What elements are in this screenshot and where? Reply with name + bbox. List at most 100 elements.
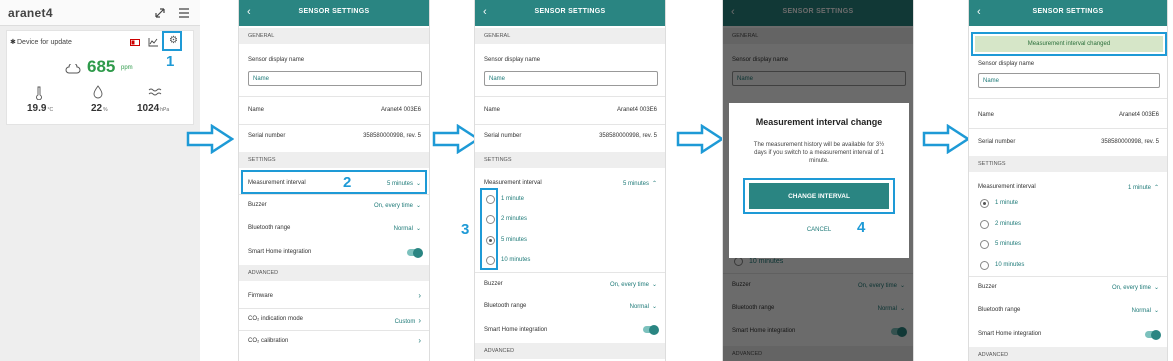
display-name-input[interactable]: Name [484,71,658,86]
co2-mode-value: Custom [394,319,416,325]
settings-screen-step3: ‹ SENSOR SETTINGS GENERAL Sensor display… [474,0,666,361]
buzzer-select[interactable]: On, every time⌄ [1112,284,1159,291]
divider [969,276,1167,277]
bluetooth-select[interactable]: Normal⌄ [394,225,421,232]
chevron-down-icon: ⌄ [651,282,657,288]
name-label: Name [484,107,501,113]
step2-number: 2 [343,174,352,191]
bluetooth-select[interactable]: Normal⌄ [1132,307,1159,314]
option-label: 2 minutes [995,221,1022,227]
smarthome-label: Smart Home integration [484,327,548,333]
flow-arrow-1 [186,124,234,154]
pressure-icon [148,88,162,96]
flow-arrow-2 [432,124,480,154]
chart-icon[interactable] [148,37,159,47]
settings-screen-step2: ‹ SENSOR SETTINGS GENERAL Sensor display… [238,0,430,361]
menu-icon[interactable] [178,7,190,19]
name-label: Name [978,112,995,118]
step1-highlight [162,31,182,51]
option-label: 1 minute [501,196,525,202]
radio-2-minutes[interactable] [980,220,989,229]
settings-screen-step4: ‹ SENSOR SETTINGS GENERAL Sensor display… [722,0,914,361]
display-name-label: Sensor display name [248,57,305,63]
interval-label: Measurement interval [978,184,1036,190]
pressure-value: 1024 [137,103,160,114]
result-highlight [971,32,1167,56]
temperature-unit: °C [47,107,54,113]
divider [239,124,429,125]
option-label: 5 minutes [995,241,1022,247]
buzzer-select[interactable]: On, every time⌄ [374,202,421,209]
screen-header: ‹ SENSOR SETTINGS [475,0,665,26]
collapse-icon[interactable] [154,7,166,19]
general-section: GENERAL [475,28,665,44]
interval-select[interactable]: 5 minutes ⌃ [623,180,657,187]
chevron-down-icon: ⌄ [1153,308,1159,314]
co2-mode-label: CO₂ indication mode [248,316,304,322]
firmware-label: Firmware [248,293,273,299]
radio-1-minute[interactable] [980,199,989,208]
display-name-input[interactable]: Name [978,73,1160,88]
option-label: 1 minute [995,200,1019,206]
step3-highlight [480,188,498,270]
smarthome-toggle[interactable] [1145,329,1161,340]
humidity-value: 22 [91,103,103,114]
name-value: Aranet4 003E6 [380,107,421,113]
screen-header: ‹ SENSOR SETTINGS [239,0,429,26]
step4-highlight [743,178,895,214]
humidity-unit: % [103,107,108,113]
radio-5-minutes[interactable] [980,240,989,249]
temperature-value: 19.9 [27,103,47,114]
chevron-right-icon: › [418,316,421,325]
chevron-down-icon: ⌄ [415,226,421,232]
dialog-title: Measurement interval change [755,117,883,127]
buzzer-label: Buzzer [978,284,997,290]
bluetooth-icon: ✱ [10,39,16,46]
pressure-readout: 1024hPa [137,103,169,114]
co2-unit: ppm [121,65,133,71]
general-section: GENERAL [239,28,429,44]
bluetooth-label: Bluetooth range [484,303,527,309]
name-value: Aranet4 003E6 [616,107,657,113]
co2-calibration-label: CO₂ calibration [248,338,289,344]
divider [475,124,665,125]
buzzer-value: On, every time [373,203,413,209]
chevron-right-icon[interactable]: › [418,336,421,345]
smarthome-toggle[interactable] [407,247,423,258]
screen-title: SENSOR SETTINGS [298,8,370,15]
co2-mode-select[interactable]: Custom › [395,316,421,325]
bluetooth-label: Bluetooth range [978,307,1021,313]
buzzer-select[interactable]: On, every time⌄ [610,281,657,288]
interval-select[interactable]: 1 minute ⌃ [1128,184,1159,191]
pressure-unit: hPa [160,107,170,113]
serial-label: Serial number [484,133,522,139]
chevron-right-icon[interactable]: › [418,291,421,300]
screen-title: SENSOR SETTINGS [1032,8,1104,15]
flow-arrow-4 [922,124,970,154]
screen-header: ‹ SENSOR SETTINGS [969,0,1167,26]
smarthome-label: Smart Home integration [978,331,1042,337]
smarthome-toggle[interactable] [643,324,659,335]
divider [239,96,429,97]
name-value: Aranet4 003E6 [1118,112,1159,118]
interval-value: 5 minutes [622,181,649,187]
display-name-input[interactable]: Name [248,71,422,86]
bluetooth-value: Normal [393,226,413,232]
divider [239,194,429,195]
chevron-up-icon: ⌃ [651,181,657,187]
chevron-down-icon: ⌄ [1153,285,1159,291]
temperature-readout: 19.9°C [27,103,53,114]
bluetooth-label: Bluetooth range [248,225,291,231]
step3-number: 3 [461,221,470,238]
interval-value: 1 minute [1127,185,1151,191]
divider [239,308,429,309]
cancel-button[interactable]: CANCEL [729,227,909,233]
advanced-section: ADVANCED [969,347,1167,361]
smarthome-label: Smart Home integration [248,249,312,255]
advanced-section: ADVANCED [475,343,665,359]
bluetooth-select[interactable]: Normal⌄ [630,303,657,310]
interval-change-dialog: Measurement interval change The measurem… [729,103,909,258]
serial-label: Serial number [248,133,286,139]
dialog-body: The measurement history will be availabl… [753,142,885,164]
radio-10-minutes[interactable] [980,261,989,270]
